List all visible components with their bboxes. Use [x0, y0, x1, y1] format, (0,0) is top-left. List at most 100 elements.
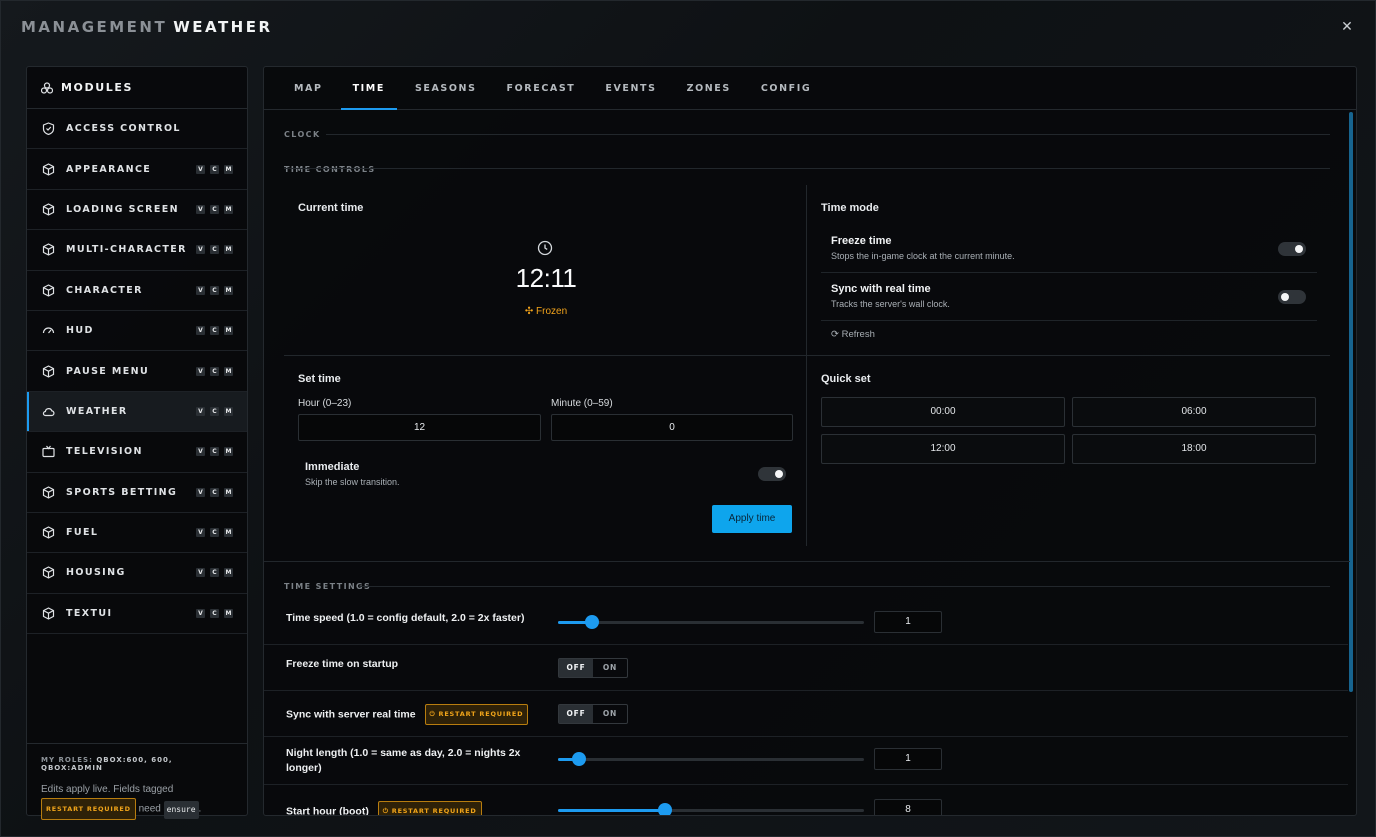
quick-set-button[interactable]: 18:00: [1072, 434, 1316, 464]
slider-knob[interactable]: [584, 615, 599, 629]
off-option[interactable]: OFF: [559, 705, 593, 723]
tab-map[interactable]: MAP: [282, 67, 335, 110]
sidebar-item-television[interactable]: TELEVISION V C M: [27, 432, 247, 473]
divider: [264, 561, 1350, 562]
sidebar-item-label: FUEL: [66, 527, 99, 539]
start-hour-slider[interactable]: [558, 803, 864, 815]
permission-badge: M: [224, 528, 233, 538]
quick-set-button[interactable]: 06:00: [1072, 397, 1316, 427]
refresh-icon: ⟳: [831, 329, 842, 340]
quick-set-button[interactable]: 00:00: [821, 397, 1065, 427]
restart-required-tag: ⏻ RESTART REQUIRED: [424, 704, 529, 725]
freeze-startup-row: Freeze time on startup OFF ON: [264, 645, 1348, 691]
status-text: Frozen: [536, 306, 568, 317]
sidebar-item-appearance[interactable]: APPEARANCE V C M: [27, 149, 247, 190]
tab-time[interactable]: TIME: [340, 67, 398, 110]
permission-badge: M: [224, 608, 233, 618]
permission-badge: V: [196, 366, 205, 376]
sidebar-item-character[interactable]: CHARACTER V C M: [27, 271, 247, 311]
night-length-label: Night length (1.0 = same as day, 2.0 = n…: [286, 747, 521, 774]
time-speed-input[interactable]: 1: [874, 611, 942, 633]
on-option[interactable]: ON: [593, 705, 627, 723]
toggle-knob: [1281, 293, 1289, 301]
sidebar-item-pause-menu[interactable]: PAUSE MENU V C M: [27, 351, 247, 392]
ensure-tag: ensure: [163, 800, 199, 819]
time-mode-label: Time mode: [821, 202, 879, 214]
slider-fill: [558, 809, 666, 812]
main-panel: MAP TIME SEASONS FORECAST EVENTS ZONES CONFIG …: [263, 66, 1357, 816]
sidebar: MODULES ACCESS CONTROL APPEARANCE V C M LOADI…: [26, 66, 248, 820]
sidebar-item-label: PAUSE MENU: [66, 365, 150, 377]
start-hour-text: Start hour (boot): [286, 805, 369, 816]
freeze-startup-switch[interactable]: OFF ON: [558, 658, 628, 678]
scrollbar[interactable]: [1349, 112, 1353, 692]
slider-knob[interactable]: [658, 803, 673, 815]
sync-server-text: Sync with server real time: [286, 708, 416, 721]
permission-badge: M: [224, 406, 233, 416]
permission-badges: VCM: [196, 406, 233, 416]
start-hour-input[interactable]: 8: [874, 799, 942, 815]
sidebar-list: ACCESS CONTROL APPEARANCE V C M LOADING SCREE…: [27, 109, 247, 635]
tab-events[interactable]: EVENTS: [593, 67, 668, 110]
restart-tag-text: RESTART REQUIRED: [438, 710, 524, 718]
permission-badges: VCM: [196, 366, 233, 376]
close-icon[interactable]: ✕: [1339, 18, 1355, 34]
sidebar-item-label: TELEVISION: [66, 446, 143, 458]
toggle-knob: [1295, 245, 1303, 253]
gauge-icon: [42, 327, 55, 334]
snowflake-icon: ✣: [524, 306, 537, 317]
on-option[interactable]: ON: [593, 659, 627, 677]
sync-real-time-desc: Tracks the server's wall clock.: [831, 299, 950, 309]
tab-forecast[interactable]: FORECAST: [495, 67, 588, 110]
apply-time-button[interactable]: Apply time: [712, 505, 792, 533]
restart-required-tag: RESTART REQUIRED: [41, 798, 136, 820]
sidebar-item-fuel[interactable]: FUEL V C M: [27, 513, 247, 554]
window-title: MANAGEMENT WEATHER: [21, 18, 273, 36]
power-icon: ⏻: [382, 807, 392, 815]
freeze-time-toggle[interactable]: [1278, 242, 1306, 256]
permission-badge: V: [196, 568, 205, 578]
permission-badges: VCM: [196, 608, 233, 618]
permission-badges: VCM: [196, 326, 233, 336]
sidebar-item-access-control[interactable]: ACCESS CONTROL: [27, 109, 247, 150]
permission-badge: M: [224, 326, 233, 336]
cube-icon: [42, 607, 55, 620]
sidebar-item-hud[interactable]: HUD V C M: [27, 311, 247, 352]
tab-config[interactable]: CONFIG: [749, 67, 823, 110]
permission-badge: M: [224, 447, 233, 457]
sidebar-item-label: HOUSING: [66, 567, 126, 579]
night-length-slider[interactable]: [558, 752, 864, 766]
permission-badges: VCM: [196, 487, 233, 497]
permission-badge: V: [196, 528, 205, 538]
minute-input[interactable]: 0: [551, 414, 793, 441]
time-speed-label: Time speed (1.0 = config default, 2.0 = …: [286, 612, 525, 624]
permission-badge: M: [224, 568, 233, 578]
refresh-button[interactable]: ⟳ Refresh: [831, 329, 875, 340]
permission-badge: C: [210, 406, 219, 416]
sync-real-time-name: Sync with real time: [831, 283, 931, 295]
slider-knob[interactable]: [572, 752, 587, 766]
cube-icon: [42, 162, 55, 176]
sidebar-item-label: HUD: [66, 325, 94, 337]
time-speed-slider[interactable]: [558, 615, 864, 629]
tab-seasons[interactable]: SEASONS: [403, 67, 489, 110]
sidebar-item-housing[interactable]: HOUSING V C M: [27, 553, 247, 594]
off-option[interactable]: OFF: [559, 659, 593, 677]
immediate-toggle[interactable]: [758, 467, 786, 481]
hour-input[interactable]: 12: [298, 414, 541, 441]
sidebar-item-sports-betting[interactable]: SPORTS BETTING V C M: [27, 473, 247, 513]
sidebar-item-multi-character[interactable]: MULTI-CHARACTER V C M: [27, 230, 247, 271]
night-length-input[interactable]: 1: [874, 748, 942, 770]
toggle-knob: [775, 470, 783, 478]
permission-badge: C: [210, 487, 219, 497]
sidebar-item-weather[interactable]: WEATHER V C M: [27, 391, 247, 433]
quick-set-button[interactable]: 12:00: [821, 434, 1065, 464]
sync-real-time-toggle[interactable]: [1278, 290, 1306, 304]
tab-zones[interactable]: ZONES: [675, 67, 743, 110]
sync-server-switch[interactable]: OFF ON: [558, 704, 628, 724]
sidebar-item-loading-screen[interactable]: LOADING SCREEN V C M: [27, 190, 247, 231]
permission-badge: V: [196, 285, 205, 295]
sidebar-item-textui[interactable]: TEXTUI V C M: [27, 594, 247, 635]
start-hour-label: Start hour (boot) ⏻ RESTART REQUIRED: [286, 801, 482, 816]
permission-badge: M: [224, 245, 233, 255]
